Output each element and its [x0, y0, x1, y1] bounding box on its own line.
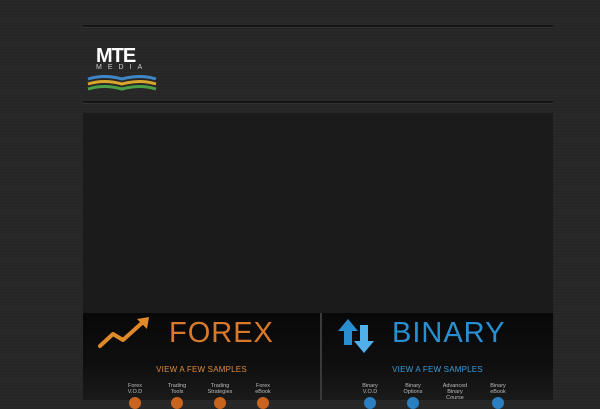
binary-item-advanced-course[interactable]: Advanced Binary Course — [438, 383, 472, 401]
binary-view-samples-link[interactable]: VIEW A FEW SAMPLES — [322, 365, 553, 374]
header-divider-line — [83, 101, 553, 104]
logo-brand-text: MTE — [96, 45, 136, 67]
top-divider-line — [83, 25, 553, 28]
trend-up-arrow-icon — [98, 317, 149, 348]
open-book-icon — [87, 75, 157, 91]
binary-title: BINARY — [392, 317, 506, 349]
binary-options-icon — [407, 397, 419, 409]
forex-item-ebook[interactable]: Forex eBook — [246, 383, 280, 409]
logo-sub-text: MEDIA — [96, 64, 149, 71]
forex-strategies-icon — [214, 397, 226, 409]
forex-title: FOREX — [169, 317, 274, 349]
mte-media-logo[interactable]: MTE MEDIA — [86, 46, 158, 98]
forex-item-vod[interactable]: Forex V.O.D — [118, 383, 152, 409]
forex-item-trading-strategies[interactable]: Trading Strategies — [203, 383, 237, 409]
forex-panel[interactable]: FOREX VIEW A FEW SAMPLES Forex V.O.D Tra… — [83, 313, 320, 409]
binary-vod-icon — [364, 397, 376, 409]
forex-ebook-icon — [257, 397, 269, 409]
binary-item-vod[interactable]: Binary V.O.D — [353, 383, 387, 409]
binary-panel[interactable]: BINARY VIEW A FEW SAMPLES Binary V.O.D B… — [322, 313, 553, 409]
forex-tools-icon — [171, 397, 183, 409]
forex-items-row: Forex V.O.D Trading Tools Trading Strate… — [83, 383, 320, 409]
binary-item-options[interactable]: Binary Options — [396, 383, 430, 409]
binary-item-ebook[interactable]: Binary eBook — [481, 383, 515, 409]
forex-item-trading-tools[interactable]: Trading Tools — [160, 383, 194, 409]
banner-slideshow-area[interactable] — [83, 113, 553, 313]
forex-vod-icon — [129, 397, 141, 409]
up-down-arrows-icon — [338, 319, 374, 353]
forex-view-samples-link[interactable]: VIEW A FEW SAMPLES — [83, 365, 320, 374]
binary-ebook-icon — [492, 397, 504, 409]
binary-items-row: Binary V.O.D Binary Options Advanced Bin… — [322, 383, 553, 409]
